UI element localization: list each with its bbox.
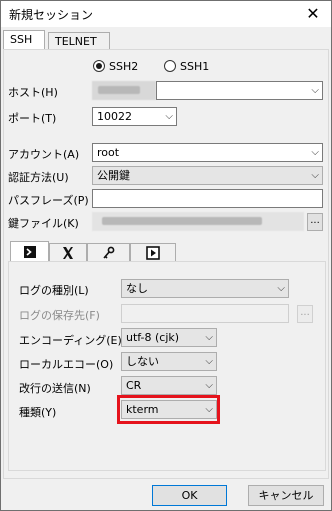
radio-selected-dot (96, 63, 102, 69)
tab-startup-command[interactable] (130, 243, 176, 262)
ok-button[interactable]: OK (152, 485, 227, 506)
cancel-button[interactable]: キャンセル (248, 485, 324, 506)
tab-ssh-label: SSH (10, 33, 33, 46)
encoding-value: utf-8 (cjk) (126, 331, 180, 344)
tab-ssh[interactable]: SSH (3, 30, 45, 50)
chevron-down-icon: ⌵ (165, 111, 173, 122)
local-echo-label: ローカルエコー(O) (19, 358, 114, 371)
term-type-label: 種類(Y) (19, 406, 57, 419)
chevron-down-icon: ⌵ (311, 85, 319, 96)
close-icon[interactable]: ✕ (301, 3, 325, 25)
auth-value: 公開鍵 (97, 169, 130, 182)
chevron-down-icon: ⌵ (311, 147, 319, 158)
log-type-label: ログの種別(L) (19, 284, 89, 297)
port-combo[interactable]: 10022 ⌵ (92, 107, 177, 126)
ssh2-radio[interactable] (93, 60, 105, 72)
keyfile-label: 鍵ファイル(K) (8, 217, 79, 230)
port-value: 10022 (97, 110, 132, 123)
local-echo-select[interactable]: しない ⌵ (121, 352, 217, 371)
newline-select[interactable]: CR ⌵ (121, 376, 217, 395)
keyfile-browse-button[interactable]: ... (307, 213, 323, 231)
play-box-icon (146, 246, 160, 260)
local-echo-value: しない (126, 355, 159, 368)
log-type-select[interactable]: なし ⌵ (121, 279, 289, 298)
tab-telnet[interactable]: TELNET (48, 32, 110, 50)
new-session-dialog: 新規セッション ✕ SSH TELNET SSH2 SSH1 ホスト(H) ⌵ … (0, 0, 332, 511)
host-redacted (92, 81, 156, 100)
chevron-down-icon: ⌵ (311, 170, 319, 181)
terminal-icon (23, 246, 36, 258)
key-icon (102, 246, 114, 259)
ssh1-label: SSH1 (180, 60, 210, 73)
redacted-text (98, 86, 140, 94)
newline-value: CR (126, 379, 142, 392)
highlight-box (117, 395, 220, 424)
tab-terminal[interactable] (10, 241, 49, 262)
log-path-browse-button[interactable]: ... (297, 305, 313, 323)
passphrase-label: パスフレーズ(P) (8, 194, 89, 207)
account-combo[interactable]: root ⌵ (92, 143, 323, 162)
newline-label: 改行の送信(N) (19, 382, 91, 395)
account-label: アカウント(A) (8, 148, 80, 161)
redacted-text (102, 217, 262, 225)
chevron-down-icon: ⌵ (205, 332, 213, 343)
encoding-label: エンコーディング(E) (19, 334, 122, 347)
chevron-down-icon: ⌵ (205, 356, 213, 367)
window-title: 新規セッション (9, 8, 94, 22)
log-path-label: ログの保存先(F) (19, 309, 100, 322)
log-type-value: なし (126, 282, 148, 295)
keyfile-redacted[interactable] (92, 212, 304, 231)
host-combo[interactable]: ⌵ (156, 81, 323, 100)
chevron-down-icon: ⌵ (277, 283, 285, 294)
tab-port-forward[interactable] (87, 243, 130, 262)
log-path-input[interactable] (121, 304, 289, 323)
auth-label: 認証方法(U) (8, 171, 69, 184)
auth-method-select[interactable]: 公開鍵 ⌵ (92, 166, 323, 185)
ssh2-label: SSH2 (109, 60, 139, 73)
ssh1-radio[interactable] (164, 60, 176, 72)
host-label: ホスト(H) (8, 86, 58, 99)
tab-x11[interactable] (49, 243, 87, 262)
tab-telnet-label: TELNET (55, 35, 97, 48)
encoding-select[interactable]: utf-8 (cjk) ⌵ (121, 328, 217, 347)
title-bar: 新規セッション ✕ (1, 1, 331, 27)
port-label: ポート(T) (8, 112, 57, 125)
x-window-icon (63, 247, 73, 259)
chevron-down-icon: ⌵ (205, 380, 213, 391)
account-value: root (97, 146, 120, 159)
passphrase-input[interactable] (92, 189, 323, 208)
